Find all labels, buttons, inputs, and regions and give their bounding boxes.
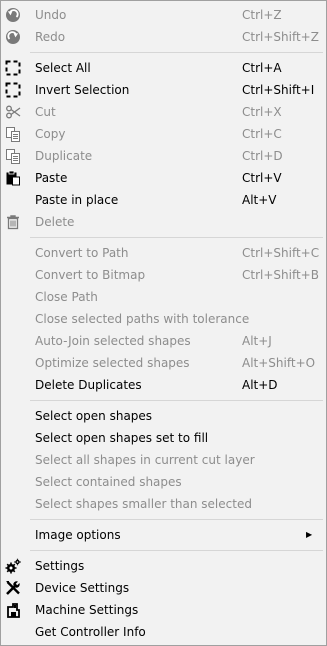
paste-icon [5,170,21,186]
menu-item-get-controller-info[interactable]: Get Controller Info [1,621,326,643]
duplicate-icon [5,148,21,164]
trash-icon [5,214,21,230]
menu-item-label: Delete [35,215,75,229]
redo-icon [5,29,21,45]
menu-item-select-open-shapes-fill[interactable]: Select open shapes set to fill [1,427,326,449]
menu-item-undo[interactable]: Undo Ctrl+Z [1,4,326,26]
shortcut-text: Ctrl+Shift+Z [242,30,319,44]
menu-item-label: Select all shapes in current cut layer [35,453,255,467]
menu-item-convert-to-path[interactable]: Convert to Path Ctrl+Shift+C [1,242,326,264]
menu-item-label: Optimize selected shapes [35,356,190,370]
scissors-icon [5,104,21,120]
menu-item-redo[interactable]: Redo Ctrl+Shift+Z [1,26,326,48]
menu-item-duplicate[interactable]: Duplicate Ctrl+D [1,145,326,167]
menu-item-optimize[interactable]: Optimize selected shapes Alt+Shift+O [1,352,326,374]
menu-item-label: Select open shapes set to fill [35,431,209,445]
menu-item-close-selected-paths[interactable]: Close selected paths with tolerance [1,308,326,330]
menu-item-label: Copy [35,127,66,141]
menu-item-select-all[interactable]: Select All Ctrl+A [1,57,326,79]
menu-item-label: Paste [35,171,68,185]
shortcut-text: Ctrl+X [242,105,282,119]
shortcut-text: Alt+Shift+O [242,356,316,370]
menu-item-label: Delete Duplicates [35,378,142,392]
shortcut-text: Ctrl+Z [242,8,282,22]
menu-item-label: Select All [35,61,91,75]
shortcut-text: Alt+V [242,193,277,207]
menu-item-label: Image options [35,528,121,542]
menu-item-select-contained[interactable]: Select contained shapes [1,471,326,493]
menu-item-device-settings[interactable]: Device Settings [1,577,326,599]
menu-item-label: Settings [35,559,85,573]
menu-item-machine-settings[interactable]: Machine Settings [1,599,326,621]
shortcut-text: Alt+J [242,334,272,348]
menu-item-select-smaller[interactable]: Select shapes smaller than selected [1,493,326,515]
menu-item-label: Select contained shapes [35,475,182,489]
menu-item-label: Device Settings [35,581,130,595]
menu-item-select-open-shapes[interactable]: Select open shapes [1,405,326,427]
shortcut-text: Ctrl+C [242,127,282,141]
menu-separator [1,233,326,242]
menu-separator [1,515,326,524]
menu-item-paste-in-place[interactable]: Paste in place Alt+V [1,189,326,211]
menu-item-label: Cut [35,105,56,119]
machine-icon [5,602,21,618]
shortcut-text: Alt+D [242,378,278,392]
wrench-screwdriver-icon [5,580,21,596]
gears-icon [5,558,21,574]
shortcut-text: Ctrl+A [242,61,282,75]
menu-item-close-path[interactable]: Close Path [1,286,326,308]
selection-box-icon [5,60,21,76]
shortcut-text: Ctrl+D [242,149,283,163]
menu-item-label: Duplicate [35,149,93,163]
menu-separator [1,396,326,405]
menu-item-paste[interactable]: Paste Ctrl+V [1,167,326,189]
menu-item-label: Invert Selection [35,83,130,97]
menu-separator [1,546,326,555]
menu-item-invert-selection[interactable]: Invert Selection Ctrl+Shift+I [1,79,326,101]
menu-item-label: Close Path [35,290,98,304]
menu-item-cut[interactable]: Cut Ctrl+X [1,101,326,123]
menu-item-label: Close selected paths with tolerance [35,312,250,326]
shortcut-text: Ctrl+V [242,171,282,185]
menu-item-label: Select open shapes [35,409,153,423]
shortcut-text: Ctrl+Shift+B [242,268,319,282]
menu-separator [1,48,326,57]
menu-item-label: Get Controller Info [35,625,146,639]
submenu-arrow-icon: ▶ [306,530,313,539]
invert-selection-icon [5,82,21,98]
shortcut-text: Ctrl+Shift+I [242,83,315,97]
menu-item-select-all-in-cut-layer[interactable]: Select all shapes in current cut layer [1,449,326,471]
menu-item-label: Convert to Path [35,246,129,260]
menu-item-label: Select shapes smaller than selected [35,497,252,511]
menu-item-label: Redo [35,30,66,44]
menu-item-settings[interactable]: Settings [1,555,326,577]
menu-item-label: Convert to Bitmap [35,268,146,282]
edit-context-menu: Undo Ctrl+Z Redo Ctrl+Shift+Z Select All… [0,0,327,646]
menu-item-delete-duplicates[interactable]: Delete Duplicates Alt+D [1,374,326,396]
copy-icon [5,126,21,142]
shortcut-text: Ctrl+Shift+C [242,246,320,260]
menu-item-label: Machine Settings [35,603,139,617]
menu-item-label: Undo [35,8,67,22]
undo-icon [5,7,21,23]
menu-item-convert-to-bitmap[interactable]: Convert to Bitmap Ctrl+Shift+B [1,264,326,286]
menu-item-copy[interactable]: Copy Ctrl+C [1,123,326,145]
menu-item-delete[interactable]: Delete [1,211,326,233]
menu-item-label: Paste in place [35,193,119,207]
menu-item-label: Auto-Join selected shapes [35,334,191,348]
menu-item-auto-join[interactable]: Auto-Join selected shapes Alt+J [1,330,326,352]
menu-item-image-options[interactable]: Image options ▶ [1,524,326,546]
